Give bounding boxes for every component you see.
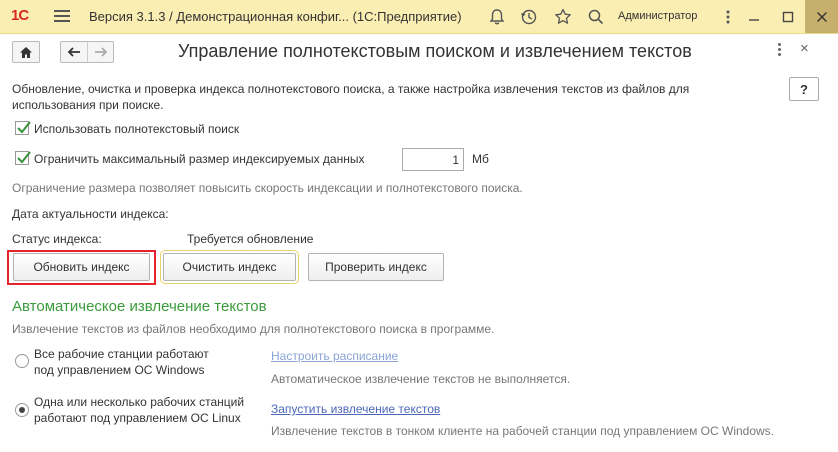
form-panel: Управление полнотекстовым поиском и извл… [0,34,838,452]
close-form-icon[interactable]: × [800,40,809,57]
app-logo: 1С [11,7,29,24]
minimize-button[interactable] [737,0,770,33]
use-fulltext-checkbox[interactable] [15,121,31,135]
search-icon[interactable] [586,7,606,27]
max-size-input[interactable]: 1 [402,148,464,171]
windows-option-label-line1[interactable]: Все рабочие станции работают [34,347,209,361]
help-button[interactable]: ? [789,77,819,101]
radio-linux-option[interactable] [15,403,29,417]
index-status-value: Требуется обновление [187,232,314,246]
maximize-button[interactable] [771,0,804,33]
configure-schedule-link[interactable]: Настроить расписание [271,349,398,363]
update-index-button[interactable]: Обновить индекс [13,253,150,281]
close-window-button[interactable] [805,0,838,33]
form-more-icon[interactable] [772,43,786,59]
linux-option-label-line1[interactable]: Одна или несколько рабочих станций [34,395,244,409]
window-title-bar: 1С Версия 3.1.3 / Демонстрационная конфи… [0,0,838,34]
more-vertical-icon[interactable] [718,7,738,27]
window-title: Версия 3.1.3 / Демонстрационная конфиг..… [89,9,462,24]
history-nav-group [60,41,114,63]
extraction-section-title: Автоматическое извлечение текстов [12,298,267,315]
current-user[interactable]: Администратор [618,10,697,22]
form-title: Управление полнотекстовым поиском и извл… [178,41,692,61]
linux-option-note: Извлечение текстов в тонком клиенте на р… [271,424,775,438]
home-button[interactable] [13,42,39,62]
limit-hint: Ограничение размера позволяет повысить с… [12,181,523,195]
extraction-hint: Извлечение текстов из файлов необходимо … [12,322,495,336]
form-description: Обновление, очистка и проверка индекса п… [12,82,690,112]
windows-option-note: Автоматическое извлечение текстов не вып… [271,372,571,386]
radio-windows-option[interactable] [15,354,29,368]
index-date-label: Дата актуальности индекса: [12,207,169,221]
check-index-button[interactable]: Проверить индекс [308,253,444,281]
start-extraction-link[interactable]: Запустить извлечение текстов [271,402,440,416]
main-menu-icon[interactable] [54,10,70,23]
home-nav-group [12,41,40,63]
use-fulltext-label[interactable]: Использовать полнотекстовый поиск [34,122,239,136]
windows-option-label-line2[interactable]: под управлением ОС Windows [34,363,204,377]
favorites-star-icon[interactable] [553,7,573,27]
clear-index-button[interactable]: Очистить индекс [160,250,299,284]
history-icon[interactable] [519,7,539,27]
back-button[interactable] [61,42,87,62]
forward-button[interactable] [87,42,113,62]
index-status-label: Статус индекса: [12,232,102,246]
limit-size-checkbox[interactable] [15,151,31,165]
size-unit-label: Мб [472,152,489,166]
limit-size-label[interactable]: Ограничить максимальный размер индексиру… [34,152,365,166]
linux-option-label-line2[interactable]: работают под управлением ОС Linux [34,411,241,425]
bell-icon[interactable] [487,7,507,27]
